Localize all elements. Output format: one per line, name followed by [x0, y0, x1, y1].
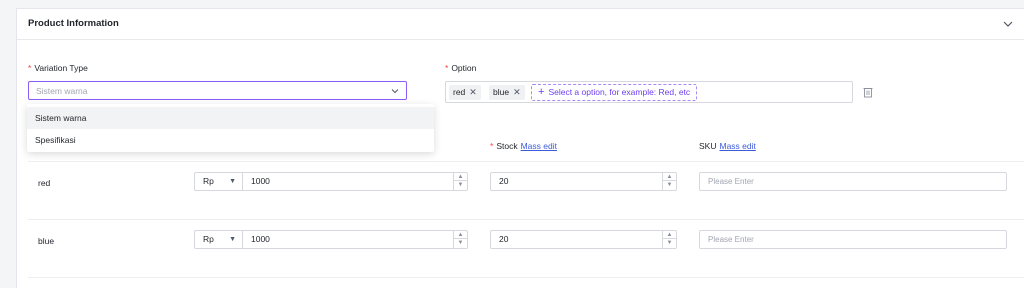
- spin-up-icon[interactable]: ▲: [454, 231, 467, 239]
- price-input[interactable]: 1000 ▲ ▼: [242, 172, 468, 191]
- spin-down-icon[interactable]: ▼: [663, 239, 676, 247]
- variation-type-label: * Variation Type: [28, 63, 88, 73]
- variation-type-value: Sistem warna: [36, 86, 88, 96]
- trash-icon[interactable]: [863, 86, 873, 98]
- sku-input[interactable]: Please Enter: [699, 172, 1007, 191]
- stock-column-header: * Stock Mass edit: [490, 141, 557, 151]
- row-divider: [28, 219, 1024, 220]
- dropdown-option[interactable]: Spesifikasi: [27, 129, 434, 151]
- left-gutter: [0, 0, 16, 288]
- option-tag-red: red ✕: [449, 85, 481, 100]
- variant-name-red: red: [38, 178, 51, 188]
- currency-select[interactable]: Rp ▼: [194, 172, 242, 191]
- variation-type-select[interactable]: Sistem warna: [28, 81, 407, 100]
- variant-name-blue: blue: [38, 236, 55, 246]
- row-divider: [28, 277, 1024, 278]
- close-icon[interactable]: ✕: [469, 85, 477, 100]
- close-icon[interactable]: ✕: [513, 85, 521, 100]
- required-marker: *: [28, 63, 32, 73]
- plus-icon: +: [538, 86, 545, 98]
- stock-stepper: ▲ ▼: [662, 231, 676, 248]
- sku-column-header: SKU Mass edit: [699, 141, 756, 151]
- sku-mass-edit-link[interactable]: Mass edit: [719, 141, 755, 151]
- section-title: Product Information: [28, 18, 119, 29]
- spin-up-icon[interactable]: ▲: [663, 173, 676, 181]
- price-stepper: ▲ ▼: [453, 231, 467, 248]
- spin-up-icon[interactable]: ▲: [663, 231, 676, 239]
- variation-type-dropdown: Sistem warna Spesifikasi: [27, 104, 434, 152]
- price-stepper: ▲ ▼: [453, 173, 467, 190]
- chevron-down-icon[interactable]: [1002, 18, 1014, 30]
- caret-down-icon: ▼: [229, 178, 236, 185]
- page: Product Information * Variation Type Sist…: [0, 0, 1024, 288]
- dropdown-option[interactable]: Sistem warna: [27, 107, 434, 129]
- required-marker: *: [445, 63, 449, 73]
- stock-stepper: ▲ ▼: [662, 173, 676, 190]
- spin-up-icon[interactable]: ▲: [454, 173, 467, 181]
- stock-mass-edit-link[interactable]: Mass edit: [521, 141, 557, 151]
- currency-select[interactable]: Rp ▼: [194, 230, 242, 249]
- option-multiselect[interactable]: red ✕ blue ✕ + Select a option, for example…: [445, 81, 853, 103]
- option-tag-blue: blue ✕: [489, 85, 525, 100]
- stock-input[interactable]: 20 ▲ ▼: [490, 172, 677, 191]
- spin-down-icon[interactable]: ▼: [454, 239, 467, 247]
- stock-input[interactable]: 20 ▲ ▼: [490, 230, 677, 249]
- spin-down-icon[interactable]: ▼: [454, 181, 467, 189]
- card-header[interactable]: Product Information: [17, 9, 1024, 40]
- sku-input[interactable]: Please Enter: [699, 230, 1007, 249]
- row-divider: [28, 161, 1024, 162]
- product-information-card: Product Information * Variation Type Sist…: [16, 8, 1024, 288]
- chevron-down-icon: [391, 89, 399, 94]
- required-marker: *: [490, 141, 494, 151]
- spin-down-icon[interactable]: ▼: [663, 181, 676, 189]
- caret-down-icon: ▼: [229, 236, 236, 243]
- price-input[interactable]: 1000 ▲ ▼: [242, 230, 468, 249]
- add-option-input[interactable]: + Select a option, for example: Red, etc: [531, 84, 698, 101]
- option-label: * Option: [445, 63, 477, 73]
